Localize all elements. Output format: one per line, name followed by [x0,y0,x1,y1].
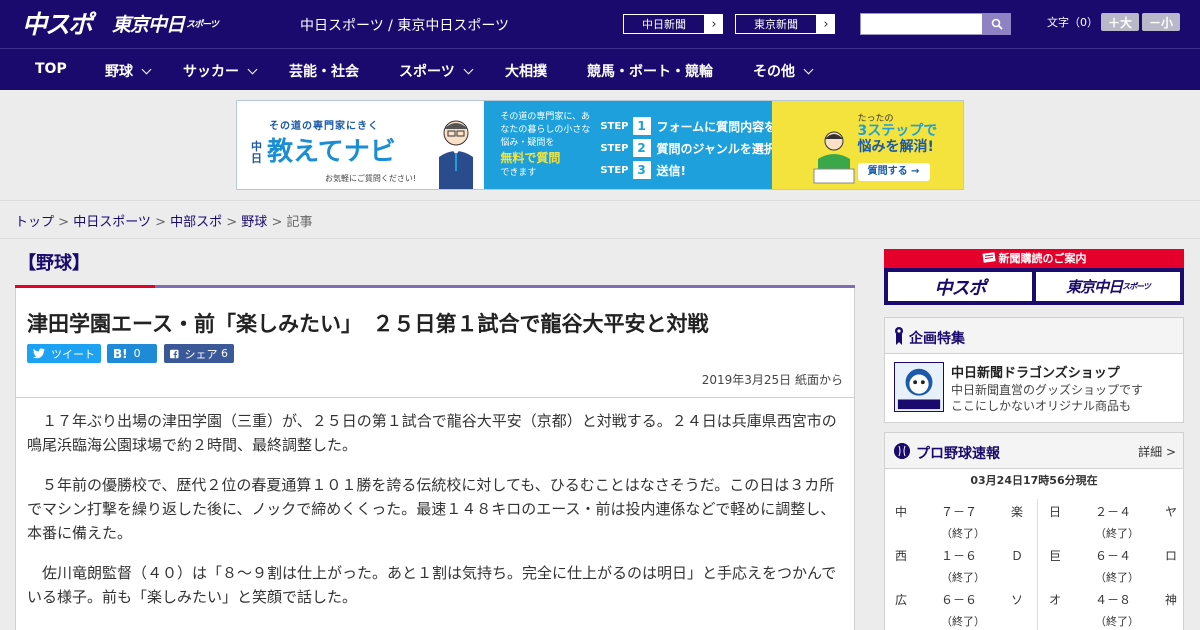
laptop-person-icon [813,131,855,184]
nav-item-racing[interactable]: 競馬・ボート・競輪 [587,61,713,81]
tokyo-shimbun-label: 東京新聞 [735,14,817,34]
scores-left-column: 中 ７－７ 楽（終了） 西 １－６ Ｄ （終了） 広 ６－６ ソ（終了） [895,499,1035,630]
article-paragraph: 佐川竜朗監督（４０）は「８～９割は仕上がった。あと１割は気持ち。完全に仕上がるの… [27,564,837,606]
chevron-down-icon [141,64,152,74]
breadcrumb-chubu-spo[interactable]: 中部スポ [170,215,222,230]
breadcrumb-baseball[interactable]: 野球 [241,215,267,230]
article-paragraph: ５年前の優勝校で、歴代２位の春夏通算１０１勝を誇る伝統校に対しても、ひるむことは… [27,476,836,542]
hatena-icon: B! [113,346,128,361]
newspaper-icon [982,252,996,263]
banner-step-3: STEP 3 送信! [600,161,686,179]
facebook-count: 6 [221,347,228,360]
banner-tagline: その道の専門家にきく [269,121,379,132]
banner-right-headline: 3ステップで 悩みを解消! [857,123,938,155]
chevron-down-icon [803,64,814,74]
search-input[interactable] [860,13,983,35]
chunichi-shimbun-label: 中日新聞 [623,14,705,34]
scores-right-column: 日 ２－４ ヤ（終了） 巨 ６－４ ロ（終了） オ ４－８ 神（終了） [1049,499,1189,630]
search-icon [991,18,1003,30]
subscribe-chuspo-button[interactable]: 中スポ [888,272,1032,301]
nav-item-sumo[interactable]: 大相撲 [505,61,547,81]
chevron-down-icon [247,64,258,74]
banner-left: その道の専門家にきく 中日 教えてナビ お気軽にご質問ください! [237,101,485,189]
advisor-illustration-icon [439,120,473,189]
nav-item-entertainment[interactable]: 芸能・社会 [289,61,359,81]
banner-step-2: STEP 2 質問のジャンルを選択 [600,139,776,157]
site-name[interactable]: 中日スポーツ / 東京中日スポーツ [300,15,509,35]
subscription-heading[interactable]: 新聞購読のご案内 [884,249,1184,268]
oshiete-navi-banner[interactable]: その道の専門家にきく 中日 教えてナビ お気軽にご質問ください! その道の専門家に… [236,100,964,190]
banner-ask-button[interactable]: 質問する → [857,163,930,181]
article-category[interactable]: 【野球】 [18,249,90,275]
nav-item-sports[interactable]: スポーツ [399,61,474,81]
banner-step-1: STEP 1 フォームに質問内容を入力 [600,117,801,135]
facebook-icon [170,349,179,358]
shop-description: 中日新聞直営のグッズショップです ここにしかないオリジナル商品も [951,383,1144,413]
game-score[interactable]: 日 ２－４ ヤ（終了） [1049,499,1189,543]
article-title: 津田学園エース・前「楽しみたい」 ２５日第１試合で龍谷大平安と対戦 [27,312,709,336]
breadcrumb-top[interactable]: トップ [15,215,54,230]
font-size-label: 文字（0） [1047,16,1098,29]
font-increase-button[interactable]: ＋大 [1101,13,1139,31]
pro-baseball-scores: プロ野球速報 詳細 > 03月24日17時56分現在 中 ７－７ 楽（終了） 西 １－… [884,432,1184,630]
nav-item-top[interactable]: TOP [35,61,67,77]
scores-updated-time: 03月24日17時56分現在 [970,474,1098,487]
main-nav: TOP 野球 サッカー 芸能・社会 スポーツ 大相撲 競馬・ボート・競輪 その他 [0,48,1200,90]
twitter-bird-icon [33,348,45,359]
baseball-heading: プロ野球速報 詳細 > [885,433,1183,469]
tweet-button[interactable]: ツイート [27,344,101,363]
game-score[interactable]: オ ４－８ 神（終了） [1049,587,1189,630]
ribbon-icon [895,327,903,345]
chevron-right-icon: › [711,16,717,32]
hatena-count: 0 [133,347,141,360]
chevron-right-icon: › [823,16,829,32]
scores-divider [1037,499,1038,630]
feature-heading: 企画特集 [885,318,1183,354]
feature-box: 企画特集 中日新聞ドラゴンズショップ 中日新聞直営のグッズショップです ここにしか… [884,317,1184,423]
article-paragraph: １７年ぶり出場の津田学園（三重）が、２５日の第１試合で龍谷大平安（京都）と対戦す… [27,412,837,454]
top-header: 中スポ 東京中日 スポーツ 中日スポーツ / 東京中日スポーツ 中日新聞 › 東京… [0,0,1200,48]
chuspo-logo[interactable]: 中スポ [22,6,93,40]
article-date: 2019年3月25日 紙面から [701,373,843,387]
game-score[interactable]: 中 ７－７ 楽（終了） [895,499,1035,543]
game-score[interactable]: 巨 ６－４ ロ（終了） [1049,543,1189,587]
subscription-box: 新聞購読のご案内 中スポ 東京中日 スポーツ [884,249,1184,305]
banner-foot: お気軽にご質問ください! [325,174,417,183]
nav-item-soccer[interactable]: サッカー [183,61,258,81]
banner-middle: その道の専門家に、あなたの暮らしの小さな悩み・疑問を 無料で質問 できます ST… [484,101,800,189]
search-button[interactable] [982,13,1011,35]
article-header: 津田学園エース・前「楽しみたい」 ２５日第１試合で龍谷大平安と対戦 ツイート B… [15,288,855,398]
article-body: １７年ぶり出場の津田学園（三重）が、２５日の第１試合で龍谷大平安（京都）と対戦す… [15,398,855,630]
breadcrumb-current: 記事 [286,215,313,230]
tokyo-shimbun-link[interactable]: 東京新聞 › [734,13,836,35]
font-decrease-button[interactable]: －小 [1142,13,1180,31]
banner-right: たったの 3ステップで 悩みを解消! 質問する → [771,101,963,189]
tokyo-chunichi-logo[interactable]: 東京中日 スポーツ [112,6,219,40]
shop-title[interactable]: 中日新聞ドラゴンズショップ [951,362,1120,381]
baseball-icon [894,443,910,459]
nav-item-baseball[interactable]: 野球 [105,61,152,81]
banner-description: その道の専門家に、あなたの暮らしの小さな悩み・疑問を 無料で質問 できます [500,112,591,178]
baseball-details-link[interactable]: 詳細 > [1138,443,1176,460]
nav-item-other[interactable]: その他 [753,61,814,81]
game-score[interactable]: 広 ６－６ ソ（終了） [895,587,1035,630]
hatena-bookmark-button[interactable]: B! 0 [107,344,157,363]
breadcrumb: トップ > 中日スポーツ > 中部スポ > 野球 > 記事 [15,215,313,230]
chevron-down-icon [463,64,474,74]
subscribe-tokyo-chunichi-button[interactable]: 東京中日 スポーツ [1036,272,1180,301]
facebook-share-button[interactable]: シェア 6 [164,344,234,363]
banner-title: 中日 教えてナビ [251,137,396,167]
chunichi-shimbun-link[interactable]: 中日新聞 › [622,13,724,35]
breadcrumb-bar: トップ > 中日スポーツ > 中部スポ > 野球 > 記事 [0,200,1200,239]
game-score[interactable]: 西 １－６ Ｄ （終了） [895,543,1035,587]
dragons-shop-thumbnail[interactable] [894,362,944,412]
breadcrumb-chunichi-sports[interactable]: 中日スポーツ [73,215,151,230]
